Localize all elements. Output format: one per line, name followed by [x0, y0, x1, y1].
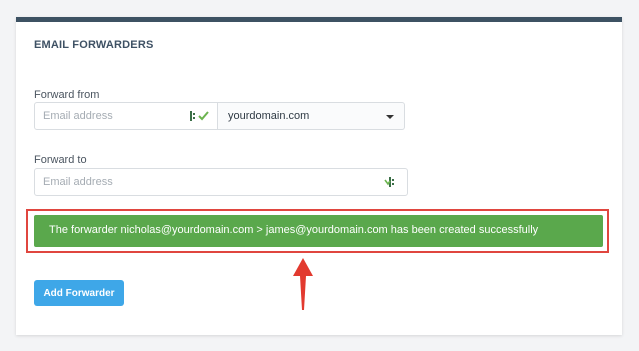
forward-from-field[interactable]	[34, 102, 218, 130]
add-forwarder-button[interactable]: Add Forwarder	[34, 280, 124, 306]
success-alert-message: The forwarder nicholas@yourdomain.com > …	[49, 224, 539, 236]
domain-select[interactable]: yourdomain.com	[218, 102, 405, 130]
password-manager-icon[interactable]	[381, 175, 403, 189]
forward-from-input[interactable]	[43, 103, 193, 129]
password-manager-icon[interactable]	[189, 109, 211, 123]
chevron-down-icon	[386, 115, 394, 119]
email-forwarders-panel: EMAIL FORWARDERS Forward from yourdomain…	[16, 17, 622, 335]
forward-to-label: Forward to	[34, 154, 87, 166]
forward-to-input[interactable]	[43, 169, 193, 195]
section-title: EMAIL FORWARDERS	[34, 39, 154, 51]
forward-from-label: Forward from	[34, 89, 100, 101]
success-alert: The forwarder nicholas@yourdomain.com > …	[34, 215, 603, 247]
forward-to-field[interactable]	[34, 168, 408, 196]
arrow-up-icon	[293, 258, 313, 310]
domain-select-value: yourdomain.com	[228, 110, 310, 122]
